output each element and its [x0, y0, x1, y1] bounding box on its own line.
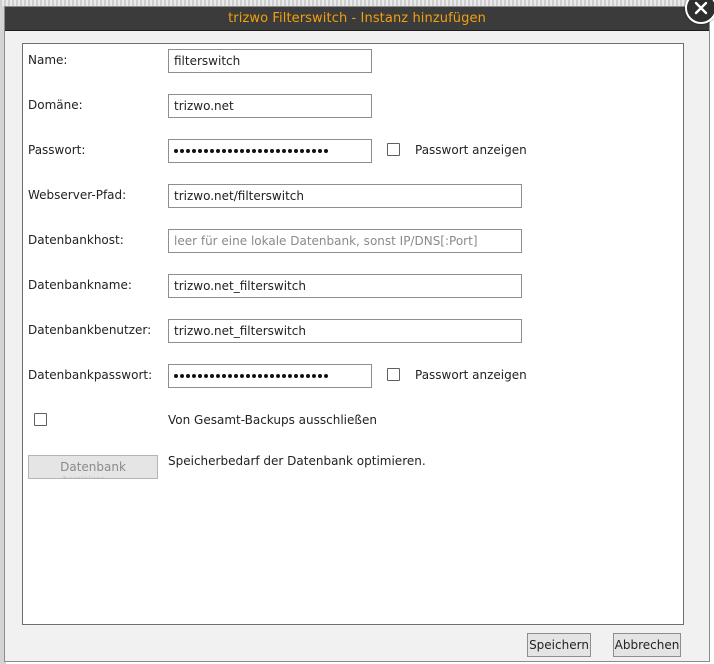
password-dot	[228, 374, 232, 378]
password-dot	[276, 149, 280, 153]
domain-input[interactable]: trizwo.net	[168, 94, 372, 118]
password-dot	[306, 149, 310, 153]
webserver-path-input[interactable]: trizwo.net/filterswitch	[168, 184, 522, 208]
password-dot	[216, 149, 220, 153]
password-dot	[282, 374, 286, 378]
password-dot	[240, 374, 244, 378]
password-dot	[216, 374, 220, 378]
password-dot	[180, 149, 184, 153]
password-dot	[324, 149, 328, 153]
save-button[interactable]: Speichern	[527, 633, 591, 657]
password-dot	[174, 149, 178, 153]
db-password-label: Datenbankpasswort:	[28, 368, 153, 382]
password-dot	[252, 374, 256, 378]
save-button-label: Speichern	[529, 638, 589, 652]
show-db-password-label[interactable]: Passwort anzeigen	[415, 368, 527, 382]
db-host-placeholder: leer für eine lokale Datenbank, sonst IP…	[174, 234, 478, 248]
password-dot	[234, 149, 238, 153]
password-dot	[282, 149, 286, 153]
db-user-value: trizwo.net_filterswitch	[174, 324, 306, 338]
password-dot	[276, 374, 280, 378]
domain-label: Domäne:	[28, 98, 83, 112]
password-dot	[222, 149, 226, 153]
cancel-button[interactable]: Abbrechen	[613, 633, 681, 657]
name-label: Name:	[28, 53, 68, 67]
password-dot	[210, 374, 214, 378]
password-dot	[288, 149, 292, 153]
password-dot	[270, 149, 274, 153]
password-dot	[318, 149, 322, 153]
password-dot	[204, 374, 208, 378]
optimize-description: Speicherbedarf der Datenbank optimieren.	[168, 454, 426, 468]
password-dot	[234, 374, 238, 378]
webserver-path-value: trizwo.net/filterswitch	[174, 189, 304, 203]
password-dot	[324, 374, 328, 378]
password-dot	[300, 374, 304, 378]
close-icon-glyph	[694, 1, 708, 15]
password-dot	[300, 149, 304, 153]
db-host-input[interactable]: leer für eine lokale Datenbank, sonst IP…	[168, 229, 522, 253]
password-dot	[240, 149, 244, 153]
password-dot	[258, 374, 262, 378]
db-password-input[interactable]	[168, 364, 372, 388]
password-dot	[186, 374, 190, 378]
password-dot	[312, 149, 316, 153]
password-dot	[288, 374, 292, 378]
dialog-titlebar[interactable]: trizwo Filterswitch - Instanz hinzufügen	[5, 7, 709, 31]
password-dot	[222, 374, 226, 378]
cancel-button-label: Abbrechen	[614, 638, 680, 652]
show-password-checkbox[interactable]	[387, 143, 400, 156]
database-cleanup-button-label: Datenbank	[60, 460, 126, 474]
password-dot	[198, 374, 202, 378]
add-instance-dialog: trizwo Filterswitch - Instanz hinzufügen…	[4, 6, 710, 662]
show-db-password-checkbox[interactable]	[387, 368, 400, 381]
password-dot	[258, 149, 262, 153]
database-cleanup-button-sublabel: bereinigen	[63, 475, 133, 479]
password-dot	[252, 149, 256, 153]
password-dot	[318, 374, 322, 378]
password-dot	[198, 149, 202, 153]
exclude-backups-checkbox[interactable]	[34, 413, 47, 426]
password-dot	[246, 374, 250, 378]
password-label: Passwort:	[28, 143, 86, 157]
db-user-input[interactable]: trizwo.net_filterswitch	[168, 319, 522, 343]
name-input[interactable]: filterswitch	[168, 49, 372, 73]
password-dot	[228, 149, 232, 153]
password-dot	[174, 374, 178, 378]
db-name-input[interactable]: trizwo.net_filterswitch	[168, 274, 522, 298]
dialog-title: trizwo Filterswitch - Instanz hinzufügen	[228, 11, 486, 26]
password-dot	[192, 149, 196, 153]
password-dot	[306, 374, 310, 378]
password-dot	[294, 149, 298, 153]
password-dot	[264, 149, 268, 153]
password-dot	[246, 149, 250, 153]
db-user-label: Datenbankbenutzer:	[28, 323, 152, 337]
password-dot	[204, 149, 208, 153]
webserver-path-label: Webserver-Pfad:	[28, 188, 127, 202]
password-dot	[312, 374, 316, 378]
password-dot	[180, 374, 184, 378]
form-panel: Name: filterswitch Domäne: trizwo.net Pa…	[22, 43, 684, 625]
password-dot	[186, 149, 190, 153]
db-name-label: Datenbankname:	[28, 278, 132, 292]
password-dot	[294, 374, 298, 378]
domain-input-value: trizwo.net	[174, 99, 234, 113]
password-mask	[174, 140, 328, 162]
password-dot	[264, 374, 268, 378]
password-dot	[192, 374, 196, 378]
password-dot	[270, 374, 274, 378]
name-input-value: filterswitch	[174, 54, 241, 68]
password-input[interactable]	[168, 139, 372, 163]
password-dot	[210, 149, 214, 153]
show-password-label[interactable]: Passwort anzeigen	[415, 143, 527, 157]
db-password-mask	[174, 365, 328, 387]
db-host-label: Datenbankhost:	[28, 233, 124, 247]
db-name-value: trizwo.net_filterswitch	[174, 279, 306, 293]
exclude-backups-label[interactable]: Von Gesamt-Backups ausschließen	[168, 413, 377, 427]
